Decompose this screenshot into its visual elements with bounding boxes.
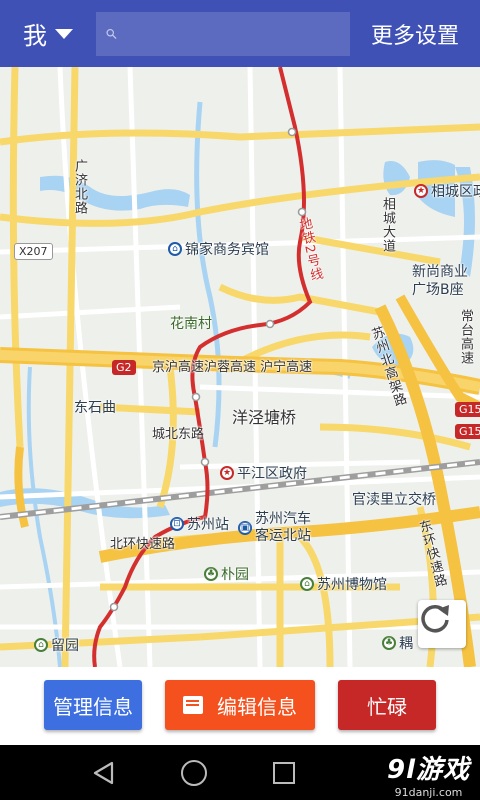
poi-label: 朴园: [221, 567, 249, 583]
poi-label: 留园: [51, 638, 79, 654]
expressway-label: 常台高速: [458, 309, 473, 365]
edit-info-button[interactable]: 编辑信息: [165, 680, 315, 730]
road-shield-g15-b: G15: [455, 424, 480, 439]
village-label: 花南村: [170, 316, 212, 332]
nav-recent-icon[interactable]: [273, 762, 295, 784]
manage-info-button[interactable]: 管理信息: [44, 680, 142, 730]
refresh-button[interactable]: [418, 600, 466, 648]
road-shield-g15: G15: [455, 402, 480, 417]
busy-status-label: 忙碌: [367, 694, 407, 719]
poi-ouyuan[interactable]: ♣ 耦: [382, 633, 413, 653]
train-station-icon: ⊡: [170, 517, 184, 531]
map-view[interactable]: 广济北路 X207 ⌂ 锦家商务宾馆 ★ 相城区政 相城大道 新尚商业广场B座 …: [0, 67, 480, 667]
manage-info-label: 管理信息: [53, 694, 133, 719]
poi-jinjia-hotel[interactable]: ⌂ 锦家商务宾馆: [168, 239, 269, 259]
poi-label: 苏州博物馆: [317, 577, 387, 593]
garden-icon: ⌂: [34, 638, 48, 652]
road-label: 相城大道: [380, 197, 395, 253]
hotel-icon: ⌂: [168, 242, 182, 256]
caret-down-icon: [55, 28, 73, 39]
nav-back-icon[interactable]: [92, 761, 116, 785]
poi-suzhou-station[interactable]: ⊡ 苏州站: [170, 514, 229, 534]
refresh-icon: [421, 604, 449, 633]
poi-xingang-plaza: 新尚商业广场B座: [412, 264, 468, 298]
expressway-label: 京沪高速沪蓉高速 沪宁高速: [152, 360, 313, 375]
nav-home-icon[interactable]: [181, 760, 207, 786]
search-box[interactable]: [96, 11, 350, 56]
interchange-label: 官渎里立交桥: [352, 492, 436, 508]
road-shield-x207: X207: [14, 243, 53, 260]
watermark-sub: 91danji.com: [394, 786, 463, 799]
poi-label: 平江区政府: [237, 466, 307, 482]
watermark-main: 9l游戏: [386, 755, 470, 785]
poi-xiangcheng-district[interactable]: ★ 相城区政: [414, 181, 480, 201]
poi-suzhou-bus-north[interactable]: ▣ 苏州汽车客运北站: [238, 511, 319, 545]
action-bar: 管理信息 编辑信息 忙碌: [0, 667, 480, 745]
system-nav-bar: 9l游戏 91danji.com: [0, 745, 480, 800]
busy-status-button[interactable]: 忙碌: [338, 680, 436, 730]
poi-liuyuan[interactable]: ⌂ 留园: [34, 635, 79, 655]
bus-station-icon: ▣: [238, 521, 252, 535]
search-icon: [106, 28, 117, 39]
message-edit-icon: [183, 696, 203, 714]
poi-label: 苏州汽车客运北站: [255, 511, 311, 544]
edit-info-label: 编辑信息: [217, 694, 297, 719]
government-star-icon: ★: [414, 184, 428, 198]
road-label: 广济北路: [72, 159, 87, 215]
search-input[interactable]: [117, 13, 350, 54]
museum-icon: ⌂: [300, 577, 314, 591]
top-bar: 我 更多设置: [0, 0, 480, 67]
road-shield-g2: G2: [112, 360, 136, 375]
poi-label: 锦家商务宾馆: [185, 242, 269, 258]
watermark-logo: 9l游戏 91danji.com: [387, 749, 470, 799]
poi-puyuan[interactable]: ♣ 朴园: [204, 564, 249, 584]
area-label: 东石曲: [74, 400, 116, 416]
poi-pingjiang-gov[interactable]: ★ 平江区政府: [220, 463, 307, 483]
road-label: 城北东路: [152, 427, 205, 442]
poi-suzhou-museum[interactable]: ⌂ 苏州博物馆: [300, 574, 387, 594]
more-settings-button[interactable]: 更多设置: [350, 0, 480, 67]
poi-label: 苏州站: [187, 517, 229, 533]
poi-label: 相城区政: [431, 184, 480, 200]
poi-label: 耦: [399, 636, 413, 652]
government-star-icon: ★: [220, 466, 234, 480]
more-settings-label: 更多设置: [370, 23, 459, 49]
expressway-label: 北环快速路: [110, 537, 176, 552]
park-icon: ♣: [382, 636, 396, 650]
user-menu-button[interactable]: 我: [0, 0, 96, 67]
user-menu-label: 我: [23, 22, 47, 50]
bridge-label: 洋泾塘桥: [232, 408, 297, 427]
park-icon: ♣: [204, 567, 218, 581]
